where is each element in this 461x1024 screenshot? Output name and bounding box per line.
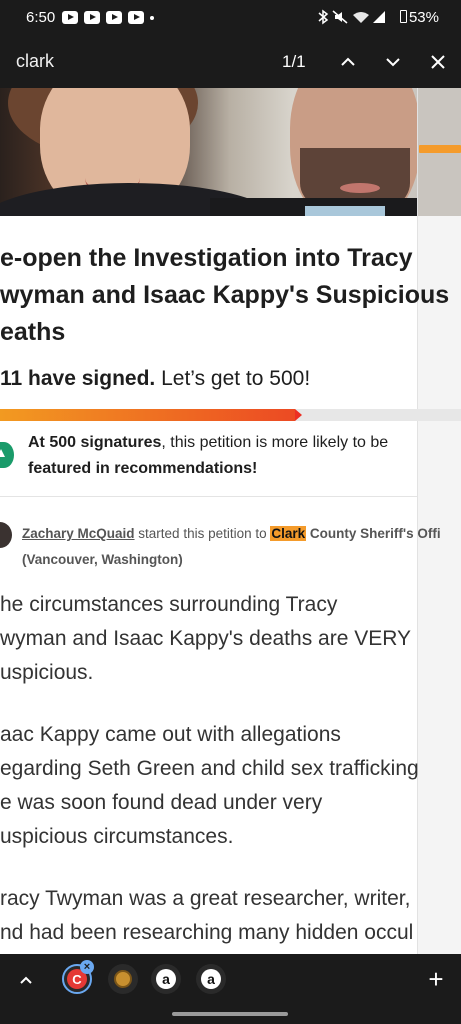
new-tab-button[interactable]: + — [421, 964, 451, 994]
starter-mid-text: started this petition to — [134, 526, 271, 541]
starter-line: Zachary McQuaid started this petition to… — [22, 526, 441, 541]
body-line: he circumstances surrounding Tracy — [0, 593, 338, 616]
petition-starter: Zachary McQuaid started this petition to… — [0, 522, 461, 572]
find-match-highlight: Clark — [270, 526, 307, 541]
expand-tabs-button[interactable] — [12, 966, 40, 994]
bottom-tab-bar: C × a a + — [0, 954, 461, 1024]
milestone-notice: At 500 signatures, this petition is more… — [0, 430, 461, 488]
body-line: aac Kappy came out with allegations — [0, 723, 341, 746]
starter-location: (Vancouver, Washington) — [22, 552, 183, 567]
milestone-line2: featured in recommendations! — [28, 460, 258, 477]
petition-body: he circumstances surrounding Tracy wyman… — [0, 588, 461, 950]
status-time: 6:50 — [26, 9, 56, 26]
petition-title: e-open the Investigation into Tracy wyma… — [0, 240, 461, 351]
find-query-input[interactable]: clark — [16, 51, 54, 72]
youtube-icon — [62, 11, 78, 24]
avatar[interactable] — [0, 522, 12, 548]
bluetooth-icon — [318, 9, 329, 25]
battery-level: 53% — [408, 9, 439, 26]
battery-icon: 53% — [399, 9, 439, 26]
starter-target-text: County Sheriff's Offi — [306, 526, 441, 541]
amazon-icon: a — [156, 969, 176, 989]
milestone-text: At 500 signatures, this petition is more… — [28, 430, 388, 482]
close-tab-badge[interactable]: × — [80, 960, 94, 974]
site-favicon-icon — [114, 970, 132, 988]
signature-progress-bar — [0, 409, 461, 421]
chevron-down-icon — [386, 58, 400, 67]
tab-site[interactable] — [108, 964, 138, 994]
title-line: e-open the Investigation into Tracy — [0, 244, 413, 272]
trending-up-icon — [0, 442, 14, 468]
chevron-up-icon — [341, 57, 355, 66]
gesture-handle[interactable] — [172, 1012, 288, 1016]
system-status-icons — [317, 9, 397, 28]
signal-icon — [373, 11, 385, 23]
title-line: wyman and Isaac Kappy's Suspicious — [0, 281, 450, 309]
find-previous-button[interactable] — [330, 44, 366, 80]
youtube-icon — [84, 11, 100, 24]
close-icon — [431, 55, 445, 69]
status-bar: 6:50 53% — [0, 0, 461, 36]
find-close-button[interactable] — [420, 44, 456, 80]
tab-amazon[interactable]: a — [196, 964, 226, 994]
body-line: wyman and Isaac Kappy's deaths are VERY — [0, 627, 412, 650]
chevron-up-icon — [20, 976, 32, 984]
petition-hero-image — [0, 88, 418, 216]
more-notifications-icon — [150, 16, 154, 20]
tab-amazon[interactable]: a — [151, 964, 181, 994]
find-match-count: 1/1 — [282, 52, 306, 71]
find-match-scroll-marker[interactable] — [419, 145, 461, 153]
youtube-icon — [128, 11, 144, 24]
wifi-icon — [353, 12, 369, 23]
body-line: e was soon found dead under very — [0, 791, 323, 814]
signed-goal-text: Let’s get to 500! — [161, 367, 311, 390]
body-line: racy Twyman was a great researcher, writ… — [0, 887, 411, 910]
progress-tip — [295, 409, 302, 421]
signed-count-text: 11 have signed. — [0, 367, 156, 390]
find-next-button[interactable] — [375, 44, 411, 80]
find-in-page-bar: clark 1/1 — [0, 36, 461, 88]
amazon-icon: a — [201, 969, 221, 989]
body-line: egarding Seth Green and child sex traffi… — [0, 757, 419, 780]
signature-count: 11 have signed. Let’s get to 500! — [0, 367, 310, 391]
body-line: uspicious. — [0, 661, 94, 684]
milestone-rest: , this petition is more likely to be — [161, 434, 389, 451]
body-line: nd had been researching many hidden occu… — [0, 921, 414, 944]
divider — [0, 496, 417, 497]
mute-icon — [332, 10, 348, 24]
youtube-icon — [106, 11, 122, 24]
body-line: uspicious circumstances. — [0, 825, 234, 848]
starter-name-link[interactable]: Zachary McQuaid — [22, 526, 135, 541]
title-line: eaths — [0, 318, 66, 346]
progress-fill — [0, 409, 295, 421]
milestone-bold: At 500 signatures — [28, 434, 162, 451]
